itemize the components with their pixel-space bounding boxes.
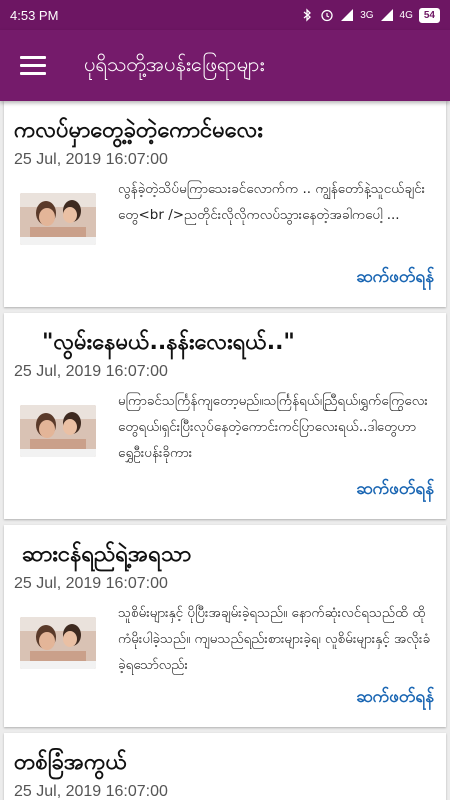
status-icons: 3G 4G 54: [300, 7, 440, 23]
read-more-link[interactable]: ဆက်ဖတ်ရန်: [356, 266, 434, 291]
bluetooth-icon: [303, 8, 312, 22]
article-thumbnail[interactable]: [20, 193, 96, 245]
status-time: 4:53 PM: [10, 7, 59, 23]
article-card[interactable]: တစ်ခြံအကွယ် 25 Jul, 2019 16:07:00: [4, 733, 446, 800]
article-card[interactable]: ကလပ်မှာတွေ့ခဲ့တဲ့ကောင်မလေး 25 Jul, 2019 …: [4, 101, 446, 307]
menu-icon[interactable]: [20, 50, 52, 82]
battery-icon: 54: [418, 7, 440, 23]
article-card[interactable]: "လွမ်းနေမယ်..နန်းလေးရယ်.." 25 Jul, 2019 …: [4, 313, 446, 519]
status-bar: 4:53 PM 3G 4G 54: [0, 0, 450, 30]
network-4g-label: 4G: [399, 9, 413, 21]
article-title[interactable]: "လွမ်းနေမယ်..နန်းလေးရယ်..": [42, 327, 295, 360]
article-date: 25 Jul, 2019 16:07:00: [14, 151, 168, 168]
article-thumbnail[interactable]: [20, 617, 96, 669]
network-3g-label: 3G: [360, 9, 374, 21]
article-excerpt: သူစိမ်းများနှင့် ပိုပြီးအချမ်းခဲ့ရသည်။ န…: [118, 605, 431, 673]
article-title[interactable]: ဆားငန်ရည်ရဲ့အရသာ: [22, 539, 191, 572]
article-date: 25 Jul, 2019 16:07:00: [14, 575, 168, 592]
article-thumbnail[interactable]: [20, 405, 96, 457]
article-list[interactable]: ကလပ်မှာတွေ့ခဲ့တဲ့ကောင်မလေး 25 Jul, 2019 …: [0, 101, 450, 800]
article-title[interactable]: တစ်ခြံအကွယ်: [14, 747, 127, 780]
signal-icon: [341, 9, 354, 21]
read-more-link[interactable]: ဆက်ဖတ်ရန်: [356, 478, 434, 503]
app-bar: ပုရိသတို့အပန်းဖြေရာများ: [0, 30, 450, 101]
app-title: ပုရိသတို့အပန်းဖြေရာများ: [84, 51, 265, 76]
article-date: 25 Jul, 2019 16:07:00: [14, 783, 168, 800]
article-card[interactable]: ဆားငန်ရည်ရဲ့အရသာ 25 Jul, 2019 16:07:00 သ…: [4, 525, 446, 727]
signal-icon-2: [380, 9, 393, 21]
article-excerpt: မကြာခင်သင်္ကြန်ကျတော့မည်။သင်္ကြန်ရယ်၊ညြီ…: [118, 393, 428, 461]
article-date: 25 Jul, 2019 16:07:00: [14, 363, 168, 380]
read-more-link[interactable]: ဆက်ဖတ်ရန်: [356, 686, 434, 711]
article-title[interactable]: ကလပ်မှာတွေ့ခဲ့တဲ့ကောင်မလေး: [14, 115, 263, 148]
alarm-icon: [321, 9, 333, 22]
article-excerpt: လွန်ခဲ့တဲ့သိပ်မကြာသေးခင်လောက်က .. ကျွန်တ…: [118, 181, 425, 223]
